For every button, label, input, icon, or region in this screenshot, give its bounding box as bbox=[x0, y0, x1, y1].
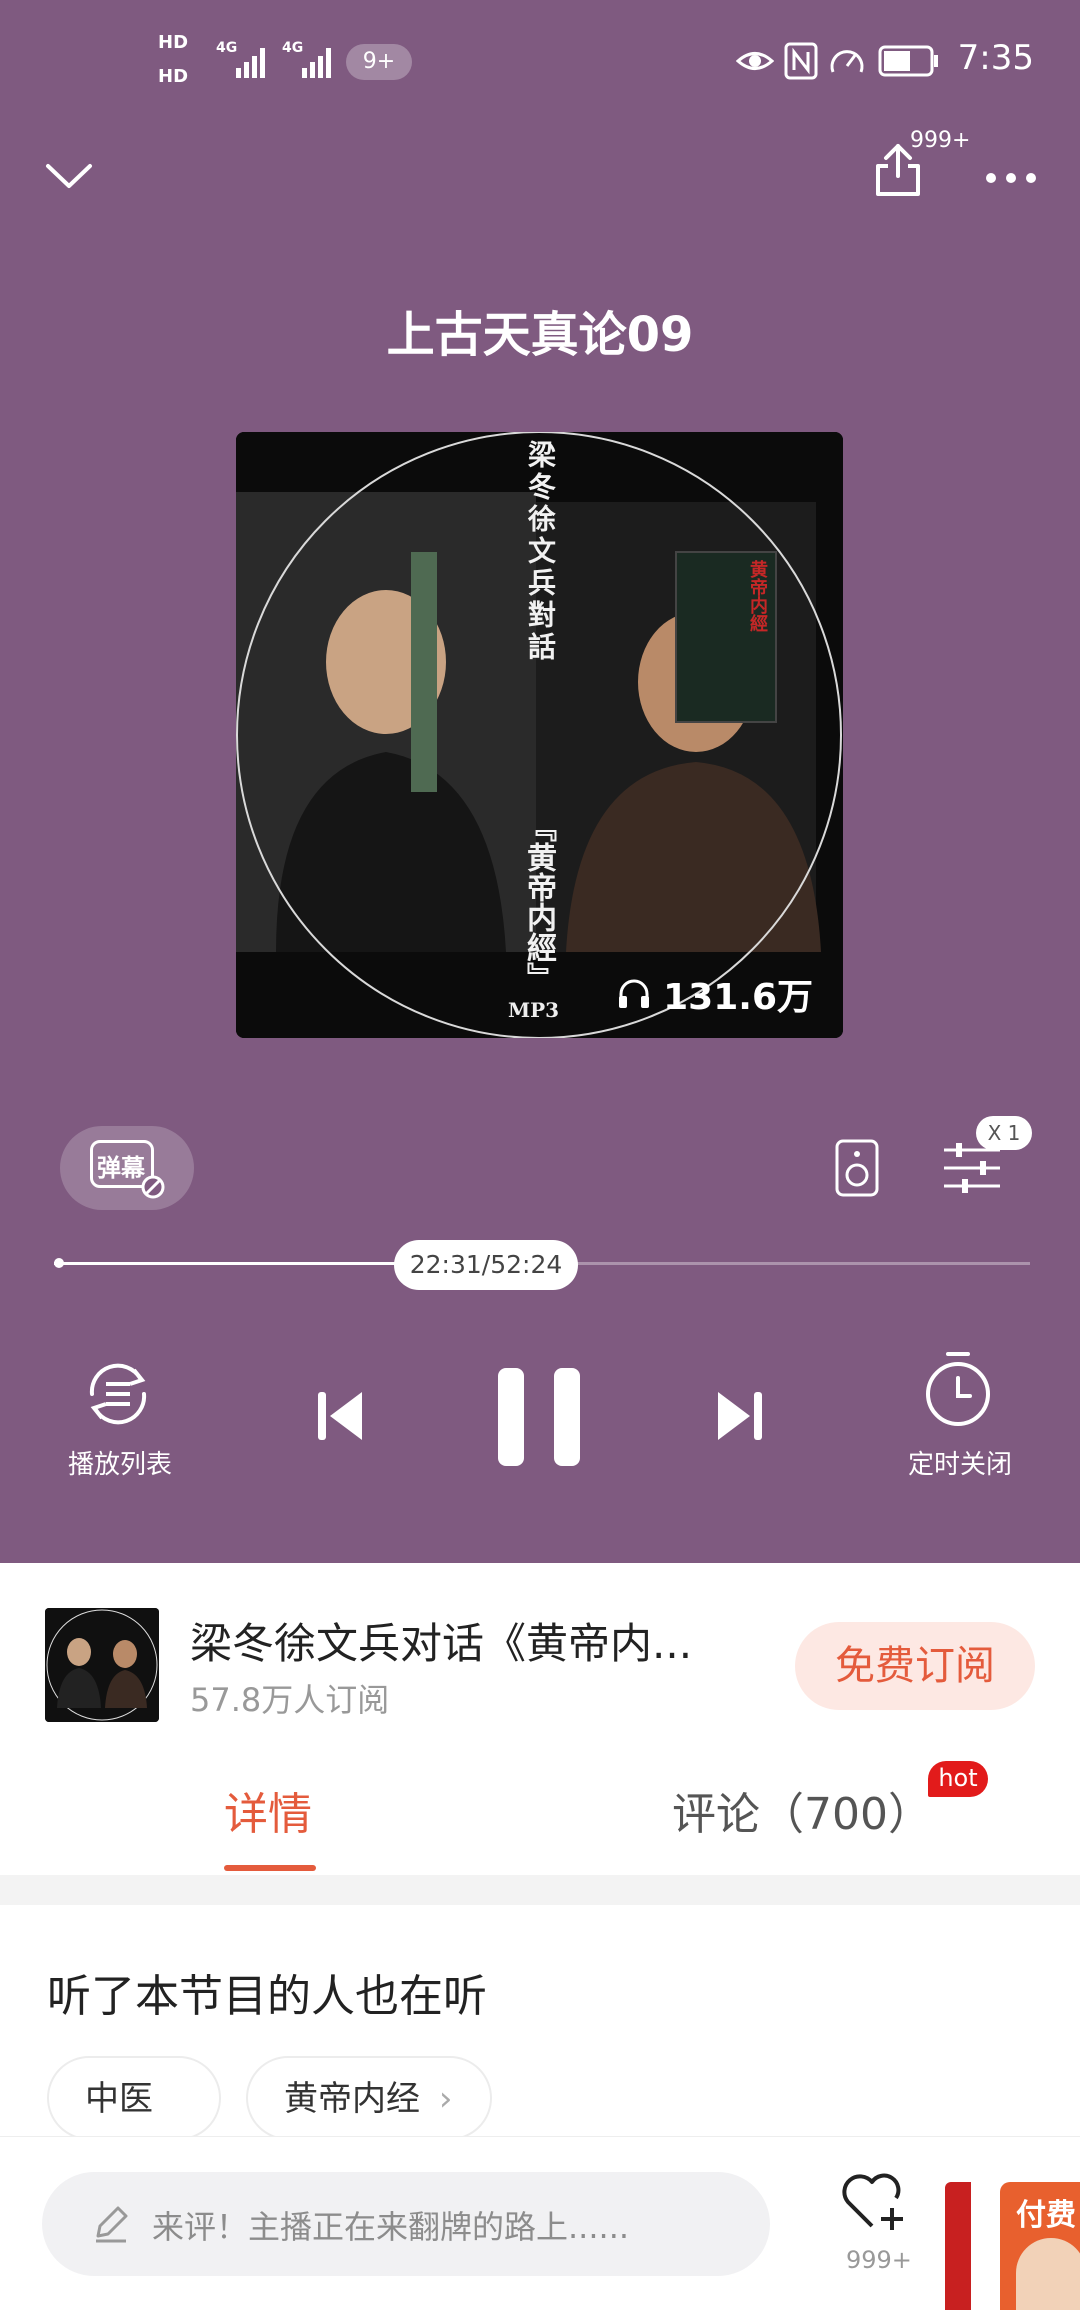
tab-details[interactable]: 详情 bbox=[224, 1778, 312, 1842]
comment-input[interactable]: 来评！主播正在来翻牌的路上...... bbox=[42, 2172, 770, 2276]
cover-text-vertical-2: 『黄帝内經』 bbox=[521, 812, 556, 992]
section-divider bbox=[0, 1875, 1080, 1905]
network1-label: 4G bbox=[216, 40, 238, 56]
pencil-icon bbox=[96, 2206, 128, 2243]
cover-mp3-label: MP3 bbox=[508, 998, 560, 1022]
ad-banner-red[interactable] bbox=[945, 2182, 971, 2310]
progress-time-thumb[interactable]: 22:31/52:24 bbox=[394, 1240, 578, 1290]
speed-meter-icon bbox=[830, 50, 864, 73]
player-panel: HD HD 4G 4G 9+ 7:35 999+ 上古天真论09 梁冬徐文兵對話… bbox=[0, 0, 1080, 1563]
playlist-icon[interactable] bbox=[78, 1356, 158, 1432]
play-count: 131.6万 bbox=[617, 968, 813, 1020]
hot-badge: hot bbox=[928, 1761, 988, 1797]
cover-text-vertical-1: 梁冬徐文兵對話 bbox=[524, 440, 557, 664]
subscriber-count: 57.8万人订阅 bbox=[190, 1681, 390, 1719]
share-count: 999+ bbox=[910, 128, 971, 153]
cover-text-book: 黄帝内經 bbox=[747, 560, 768, 632]
ad-paid-label: 付费 bbox=[1016, 2198, 1076, 2233]
headphones-icon bbox=[619, 979, 650, 1008]
sleep-timer-label[interactable]: 定时关闭 bbox=[880, 1444, 1040, 1481]
more-options-icon[interactable] bbox=[984, 168, 1038, 188]
comment-placeholder: 来评！主播正在来翻牌的路上...... bbox=[152, 2208, 630, 2246]
tab-active-indicator bbox=[224, 1865, 316, 1871]
track-title: 上古天真论09 bbox=[386, 307, 694, 363]
chip-tag-1[interactable]: 中医 › bbox=[47, 2056, 221, 2201]
battery-icon bbox=[878, 45, 938, 77]
eye-icon bbox=[736, 52, 774, 70]
album-cover[interactable]: 梁冬徐文兵對話 『黄帝内經』 黄帝内經 MP3 131.6万 bbox=[236, 432, 843, 1038]
ad-banner-paid[interactable]: 付费 bbox=[1000, 2182, 1080, 2310]
chip-tag-2[interactable]: 黄帝内经 › bbox=[246, 2056, 492, 2140]
notification-count-badge: 9+ bbox=[346, 44, 412, 80]
clock-time: 7:35 bbox=[957, 38, 1034, 78]
ad-avatar bbox=[1016, 2238, 1080, 2310]
danmu-off-icon bbox=[141, 1175, 165, 1199]
chip-tag-2-label: 黄帝内经 bbox=[284, 2079, 420, 2119]
next-track-icon[interactable] bbox=[716, 1388, 764, 1444]
tab-comments[interactable]: 评论（700） bbox=[672, 1778, 932, 1842]
chevron-right-icon: › bbox=[438, 2079, 453, 2119]
hd1-label: HD bbox=[158, 32, 189, 53]
nfc-icon bbox=[784, 42, 818, 80]
sleep-timer-icon[interactable] bbox=[922, 1350, 994, 1430]
album-thumbnail[interactable] bbox=[45, 1608, 159, 1722]
playlist-label[interactable]: 播放列表 bbox=[40, 1444, 200, 1481]
hd2-label: HD bbox=[158, 66, 189, 87]
tab-bar: 详情 评论（700） bbox=[0, 1753, 1080, 1875]
like-count: 999+ bbox=[846, 2246, 912, 2274]
heart-add-icon[interactable] bbox=[840, 2168, 912, 2234]
chip-tag-1-label: 中医 bbox=[85, 2079, 153, 2119]
danmu-toggle-button[interactable]: 弹幕 bbox=[60, 1126, 194, 1210]
signal1-icon bbox=[236, 48, 265, 78]
play-count-value: 131.6万 bbox=[663, 977, 813, 1018]
speaker-icon[interactable] bbox=[834, 1138, 880, 1198]
danmu-label: 弹幕 bbox=[97, 1154, 145, 1182]
recommend-title: 听了本节目的人也在听 bbox=[47, 1971, 487, 2022]
progress-start-dot bbox=[54, 1258, 64, 1268]
subscribe-button[interactable]: 免费订阅 bbox=[795, 1622, 1035, 1710]
pause-icon[interactable] bbox=[496, 1366, 582, 1468]
previous-track-icon[interactable] bbox=[316, 1388, 364, 1444]
speed-badge[interactable]: X 1 bbox=[976, 1116, 1032, 1150]
signal2-icon bbox=[302, 48, 331, 78]
network2-label: 4G bbox=[282, 40, 304, 56]
album-title[interactable]: 梁冬徐文兵对话《黄帝内... bbox=[190, 1610, 692, 1671]
chevron-down-icon[interactable] bbox=[44, 160, 94, 192]
status-bar: HD HD 4G 4G 9+ 7:35 bbox=[0, 0, 1080, 120]
